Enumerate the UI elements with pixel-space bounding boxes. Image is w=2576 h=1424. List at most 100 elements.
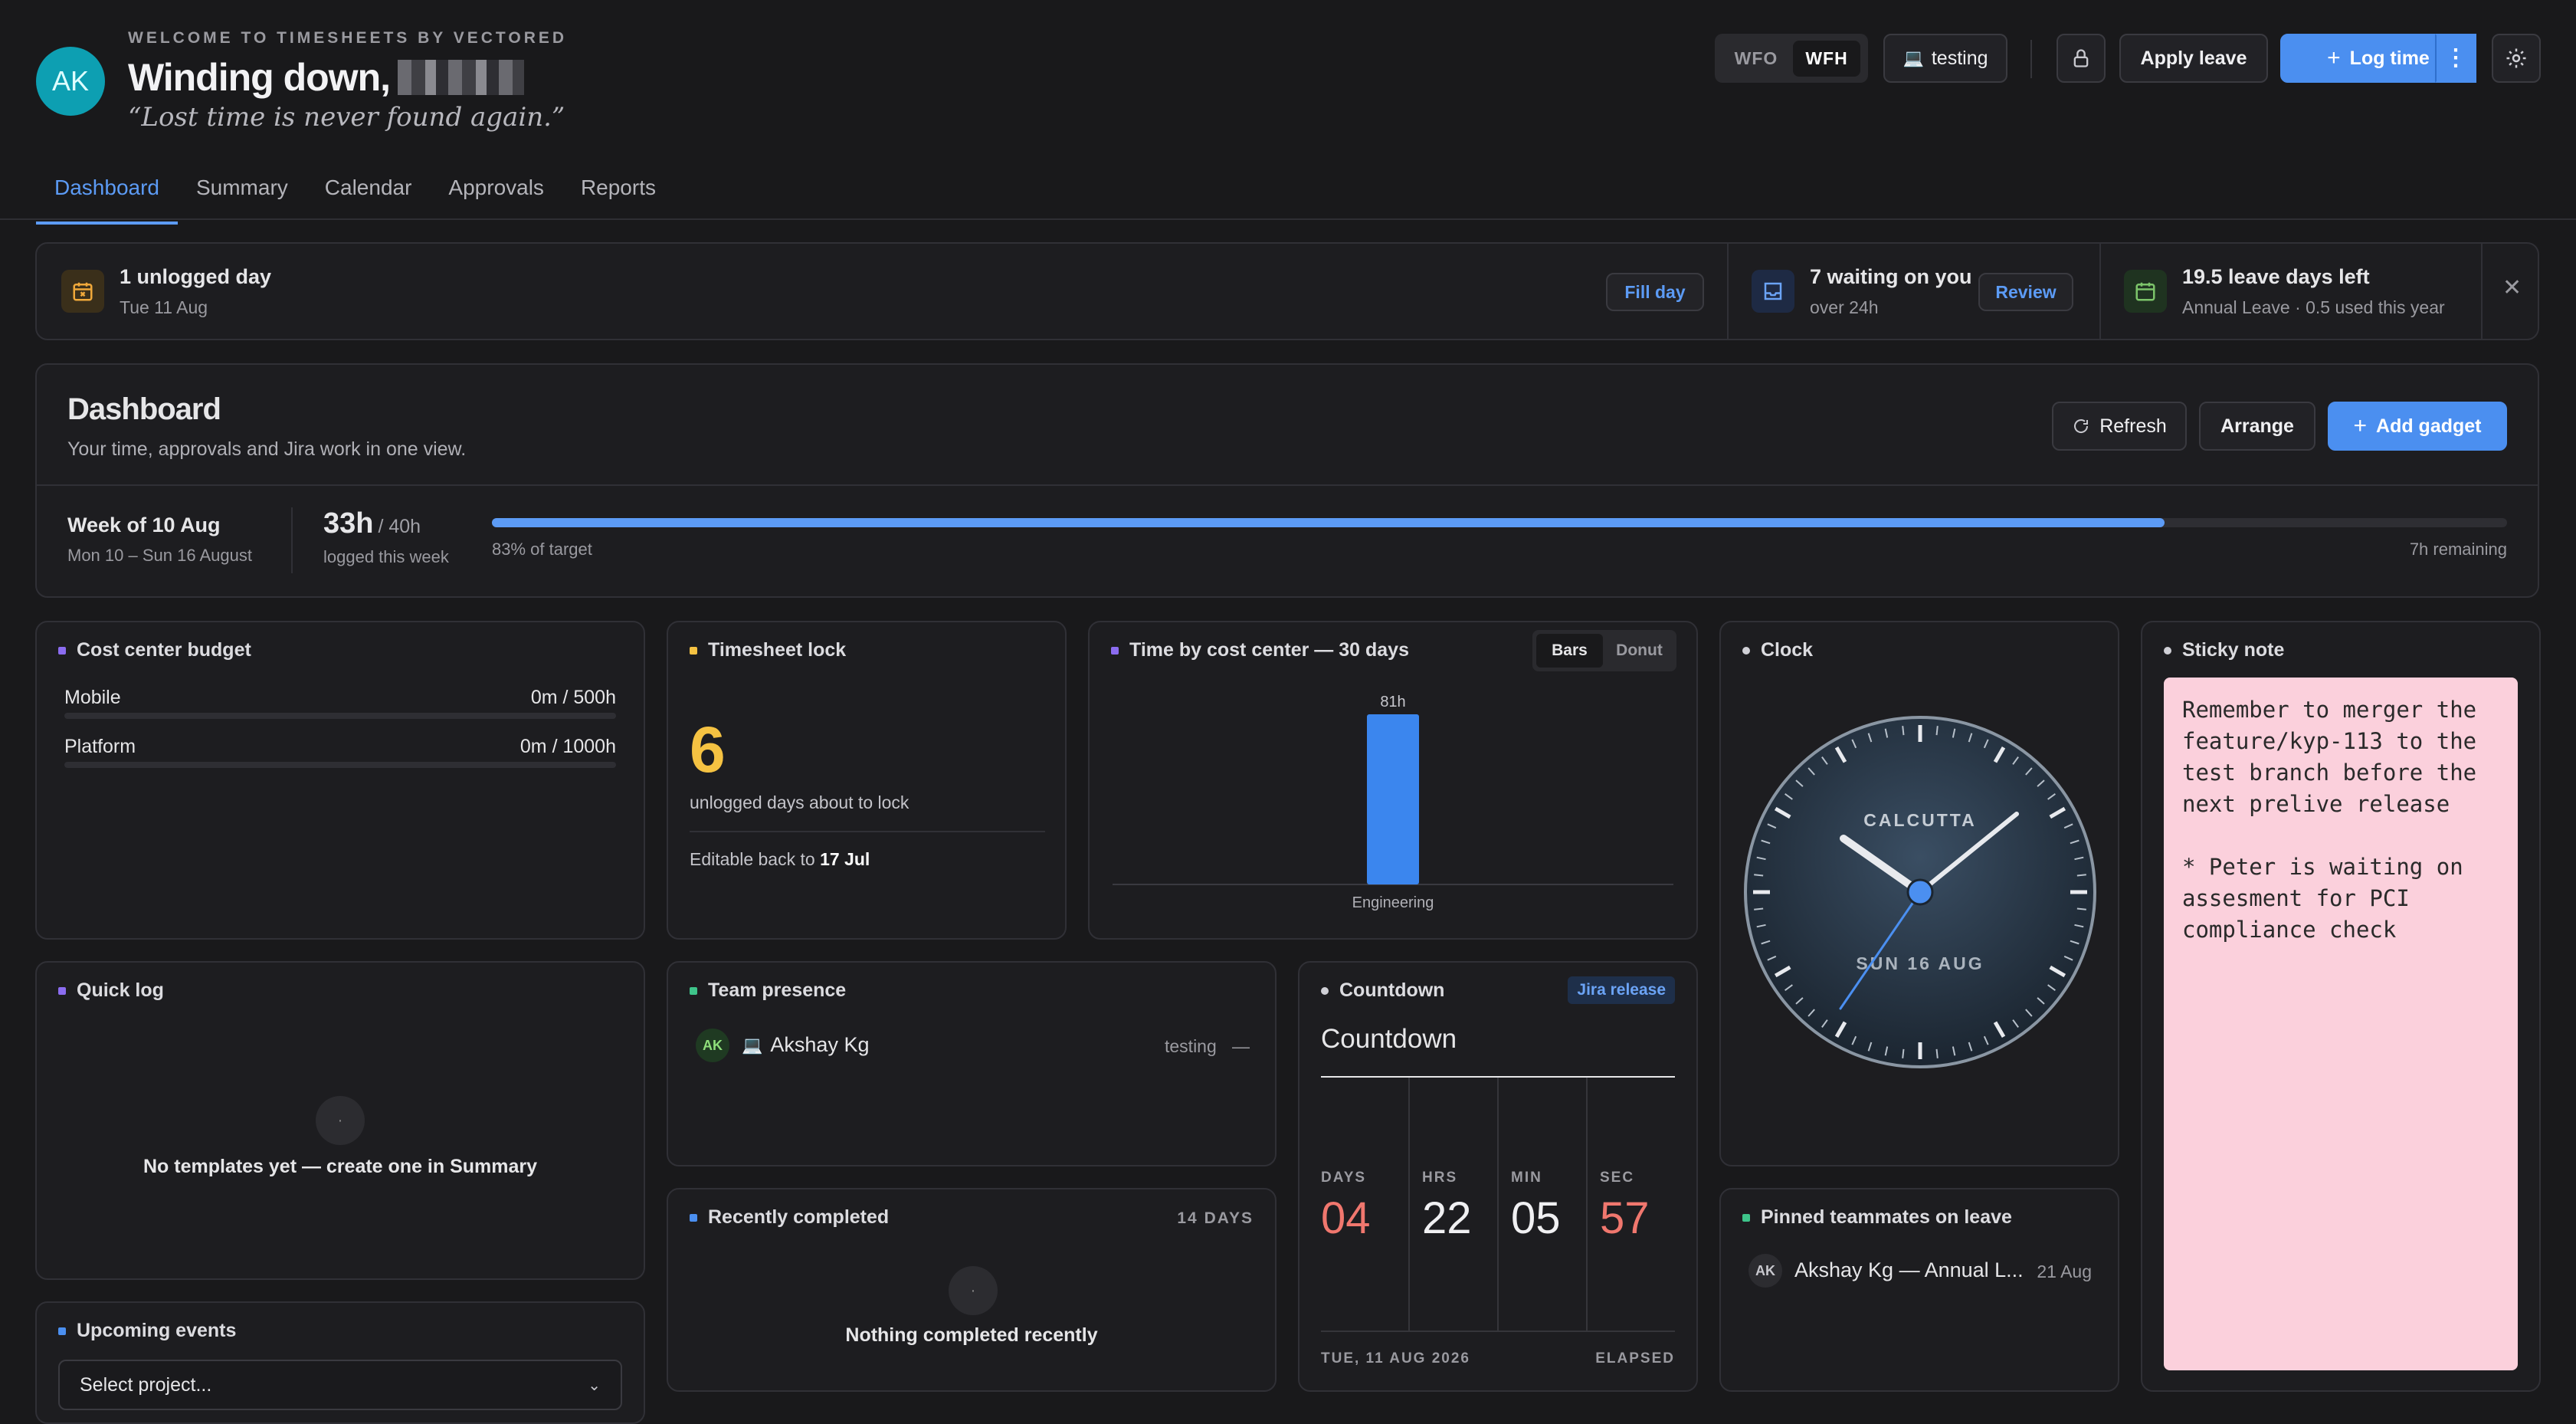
countdown-grid: DAYS 04 HRS 22 MIN 05 SEC 57 [1321, 1078, 1675, 1330]
gadget-title: Clock [1742, 639, 1813, 661]
hours-logged: 33h/ 40h [323, 507, 421, 540]
gadget-title: Quick log [58, 979, 164, 1002]
countdown-rule [1321, 1330, 1675, 1332]
member-avatar: AK [696, 1029, 729, 1062]
add-gadget-button[interactable]: + Add gadget [2328, 402, 2507, 451]
location-button[interactable]: 💻 testing [1883, 34, 2007, 83]
gadget-title: Countdown [1321, 979, 1444, 1002]
week-divider [291, 507, 293, 573]
hours-value: 33h [323, 507, 374, 540]
unit-value: 57 [1600, 1193, 1650, 1243]
countdown-gadget: Countdown Jira release Countdown DAYS 04… [1298, 961, 1698, 1392]
empty-state-text: No templates yet — create one in Summary [143, 1156, 538, 1177]
settings-button[interactable] [2492, 34, 2541, 83]
review-button[interactable]: Review [1978, 273, 2073, 311]
unit-label: SEC [1600, 1170, 1635, 1186]
week-progress-fill [492, 518, 2165, 527]
greeting-heading: Winding down, [128, 55, 525, 100]
tab-approvals[interactable]: Approvals [430, 165, 562, 225]
member-name[interactable]: 💻 Akshay Kg [742, 1033, 869, 1057]
log-time-more-button[interactable]: ⋮ [2435, 34, 2476, 83]
countdown-unit: HRS 22 [1410, 1078, 1499, 1330]
waiting-title: 7 waiting on you [1810, 265, 1972, 288]
quote-text: “Lost time is never found again.” [128, 102, 565, 133]
header-divider [2030, 40, 2032, 78]
kebab-icon: ⋮ [2444, 45, 2467, 71]
gadget-title-text: Cost center budget [77, 639, 251, 661]
unit-value: 04 [1321, 1193, 1371, 1243]
lock-divider [690, 831, 1045, 832]
project-select[interactable]: Select project... ⌄ [58, 1360, 622, 1410]
gadget-title-text: Time by cost center — 30 days [1129, 639, 1409, 661]
alert-divider [1727, 244, 1729, 339]
gadget-dot [58, 986, 66, 995]
gadget-dot [1742, 1213, 1750, 1222]
editable-prefix: Editable back to [690, 849, 815, 869]
leave-sub: Annual Leave · 0.5 used this year [2182, 297, 2445, 317]
dashboard-card: Dashboard Your time, approvals and Jira … [35, 363, 2539, 598]
gadget-title-text: Pinned teammates on leave [1761, 1206, 2012, 1228]
remaining-label: 7h remaining [2409, 540, 2507, 559]
toggle-bars[interactable]: Bars [1536, 634, 1603, 668]
gadget-title-text: Timesheet lock [708, 639, 847, 661]
lock-count: 6 [690, 714, 726, 786]
toggle-donut[interactable]: Donut [1606, 641, 1673, 660]
alert-divider [2099, 244, 2101, 339]
teammate-leave-entry[interactable]: Akshay Kg — Annual L... [1794, 1258, 2024, 1282]
tab-summary[interactable]: Summary [178, 165, 306, 225]
refresh-button[interactable]: Refresh [2052, 402, 2187, 451]
gadget-dot [1111, 646, 1119, 655]
member-status: testing [1165, 1036, 1217, 1056]
apply-leave-button[interactable]: Apply leave [2119, 34, 2268, 83]
plus-icon: + [2327, 45, 2341, 71]
mode-wfh[interactable]: WFH [1793, 40, 1860, 77]
tab-calendar[interactable]: Calendar [306, 165, 431, 225]
unit-value: 22 [1422, 1193, 1472, 1243]
chart-bar[interactable] [1367, 714, 1419, 884]
refresh-label: Refresh [2099, 415, 2167, 437]
analog-clock: CALCUTTA SUN 16 AUG [1744, 716, 2096, 1068]
user-avatar[interactable]: AK [36, 47, 105, 116]
tab-dashboard[interactable]: Dashboard [36, 165, 178, 225]
fill-day-button[interactable]: Fill day [1606, 273, 1704, 311]
team-presence-gadget: Team presence AK 💻 Akshay Kg testing — [667, 961, 1277, 1166]
countdown-unit: MIN 05 [1499, 1078, 1588, 1330]
range-label: 14 DAYS [1177, 1209, 1254, 1227]
sticky-note-text[interactable]: Remember to merger the feature/kyp-113 t… [2164, 678, 2518, 1370]
gadget-dot [690, 986, 697, 995]
arrange-button[interactable]: Arrange [2199, 402, 2315, 451]
tab-reports[interactable]: Reports [562, 165, 674, 225]
inbox-icon [1752, 270, 1794, 313]
tabs-divider [0, 218, 2576, 220]
alert-divider [2481, 244, 2483, 339]
lock-button[interactable] [2057, 34, 2106, 83]
teammate-leave-date: 21 Aug [2037, 1262, 2092, 1281]
clock-city: CALCUTTA [1863, 810, 1977, 830]
gadget-title: Cost center budget [58, 639, 251, 661]
clock-minute-tick [1935, 726, 1939, 736]
clock-minute-tick [2076, 907, 2086, 911]
gadget-dot [1321, 986, 1329, 995]
gadget-dot [58, 646, 66, 655]
main-tabs: Dashboard Summary Calendar Approvals Rep… [36, 165, 674, 225]
budget-name: Platform [64, 736, 136, 757]
clock-minute-tick [1754, 907, 1764, 911]
release-badge: Jira release [1568, 976, 1675, 1004]
alert-strip: 1 unlogged day Tue 11 Aug Fill day 7 wai… [35, 242, 2539, 340]
log-time-label: Log time [2349, 47, 2430, 69]
waiting-sub: over 24h [1810, 297, 1879, 317]
work-mode-toggle: WFO WFH [1715, 34, 1868, 83]
close-icon[interactable]: ✕ [2502, 274, 2522, 301]
budget-bar [64, 762, 616, 768]
project-select-value: Select project... [80, 1373, 212, 1396]
lock-icon [2073, 49, 2089, 67]
gadget-title-text: Clock [1761, 639, 1814, 661]
refresh-icon [2074, 419, 2089, 433]
clock-gadget: Clock CALCUTTA SUN 16 AUG [1719, 621, 2119, 1166]
mode-wfo[interactable]: WFO [1722, 48, 1790, 69]
empty-state-icon: · [949, 1266, 998, 1315]
chart-data-label: 81h [1380, 694, 1405, 710]
unit-label: MIN [1511, 1170, 1542, 1186]
gadget-title: Recently completed [690, 1206, 889, 1229]
gadget-title-text: Sticky note [2182, 639, 2285, 661]
